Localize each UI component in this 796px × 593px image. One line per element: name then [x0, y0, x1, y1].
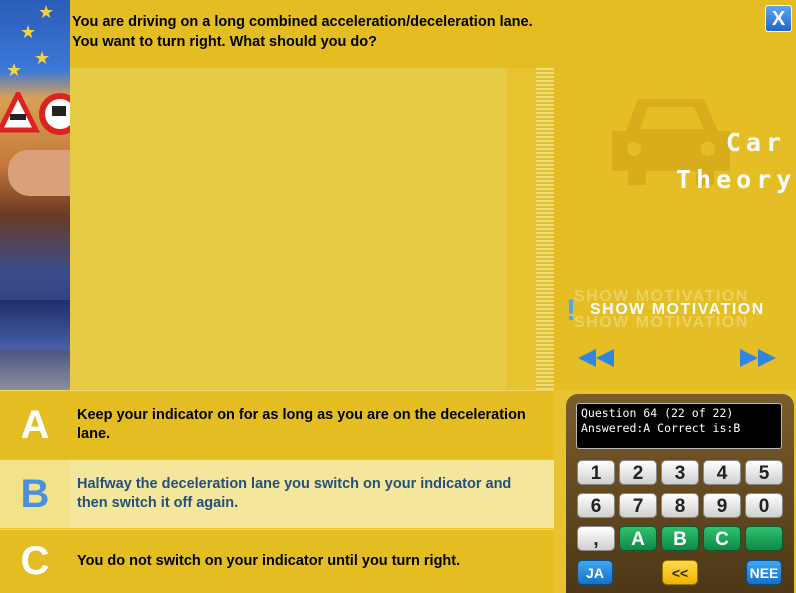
car-photo [0, 300, 70, 350]
motivation-label: SHOW MOTIVATION [590, 301, 765, 318]
answer-letter: A [0, 391, 70, 459]
answer-letter: C [0, 530, 70, 593]
status-display: Question 64 (22 of 22) Answered:A Correc… [576, 403, 782, 449]
key-0[interactable]: 0 [745, 493, 783, 518]
answer-a[interactable]: A Keep your indicator on for as long as … [0, 391, 554, 459]
answer-text: Keep your indicator on for as long as yo… [77, 407, 526, 442]
star-icon: ★ [6, 60, 23, 80]
key-3[interactable]: 3 [661, 460, 699, 485]
star-icon: ★ [38, 2, 55, 22]
decorative-photo: ★ ★ ★ ★ [0, 0, 70, 390]
brand-line-2: Theory [676, 165, 796, 194]
answer-letter: B [0, 460, 70, 528]
brand-title: Car Theory [676, 124, 796, 198]
brand-line-1: Car [725, 128, 786, 157]
show-motivation-button[interactable]: ! SHOW MOTIVATION SHOW MOTIVATION SHOW M… [566, 288, 766, 331]
key-2[interactable]: 2 [619, 460, 657, 485]
key-a[interactable]: A [619, 526, 657, 551]
hand-photo [8, 150, 70, 196]
key-c[interactable]: C [703, 526, 741, 551]
question-line-2: You want to turn right. What should you … [72, 34, 377, 50]
key-1[interactable]: 1 [577, 460, 615, 485]
key-9[interactable]: 9 [703, 493, 741, 518]
nee-button[interactable]: NEE [746, 560, 782, 585]
question-text: You are driving on a long combined accel… [72, 12, 712, 52]
key-5[interactable]: 5 [745, 460, 783, 485]
answer-text: You do not switch on your indicator unti… [77, 553, 461, 569]
ja-button[interactable]: JA [577, 560, 613, 585]
next-button[interactable] [740, 348, 778, 368]
key-7[interactable]: 7 [619, 493, 657, 518]
status-line-2: Answered:A Correct is:B [581, 421, 741, 435]
status-line-1: Question 64 (22 of 22) [581, 406, 734, 420]
back-button[interactable]: << [662, 560, 698, 585]
key-comma[interactable]: , [577, 526, 615, 551]
decorative-stripe [536, 68, 554, 390]
key-4[interactable]: 4 [703, 460, 741, 485]
close-button[interactable]: X [765, 5, 792, 32]
question-image-area [70, 68, 507, 390]
previous-button[interactable] [578, 348, 616, 368]
key-blank[interactable] [745, 526, 783, 551]
key-6[interactable]: 6 [577, 493, 615, 518]
star-icon: ★ [20, 22, 37, 42]
answer-c[interactable]: C You do not switch on your indicator un… [0, 530, 554, 593]
road-sign-icon [0, 92, 70, 135]
question-line-1: You are driving on a long combined accel… [72, 14, 533, 30]
key-8[interactable]: 8 [661, 493, 699, 518]
answer-text: Halfway the deceleration lane you switch… [77, 476, 512, 511]
answer-b[interactable]: B Halfway the deceleration lane you swit… [0, 460, 554, 528]
key-b[interactable]: B [661, 526, 699, 551]
star-icon: ★ [34, 48, 51, 68]
